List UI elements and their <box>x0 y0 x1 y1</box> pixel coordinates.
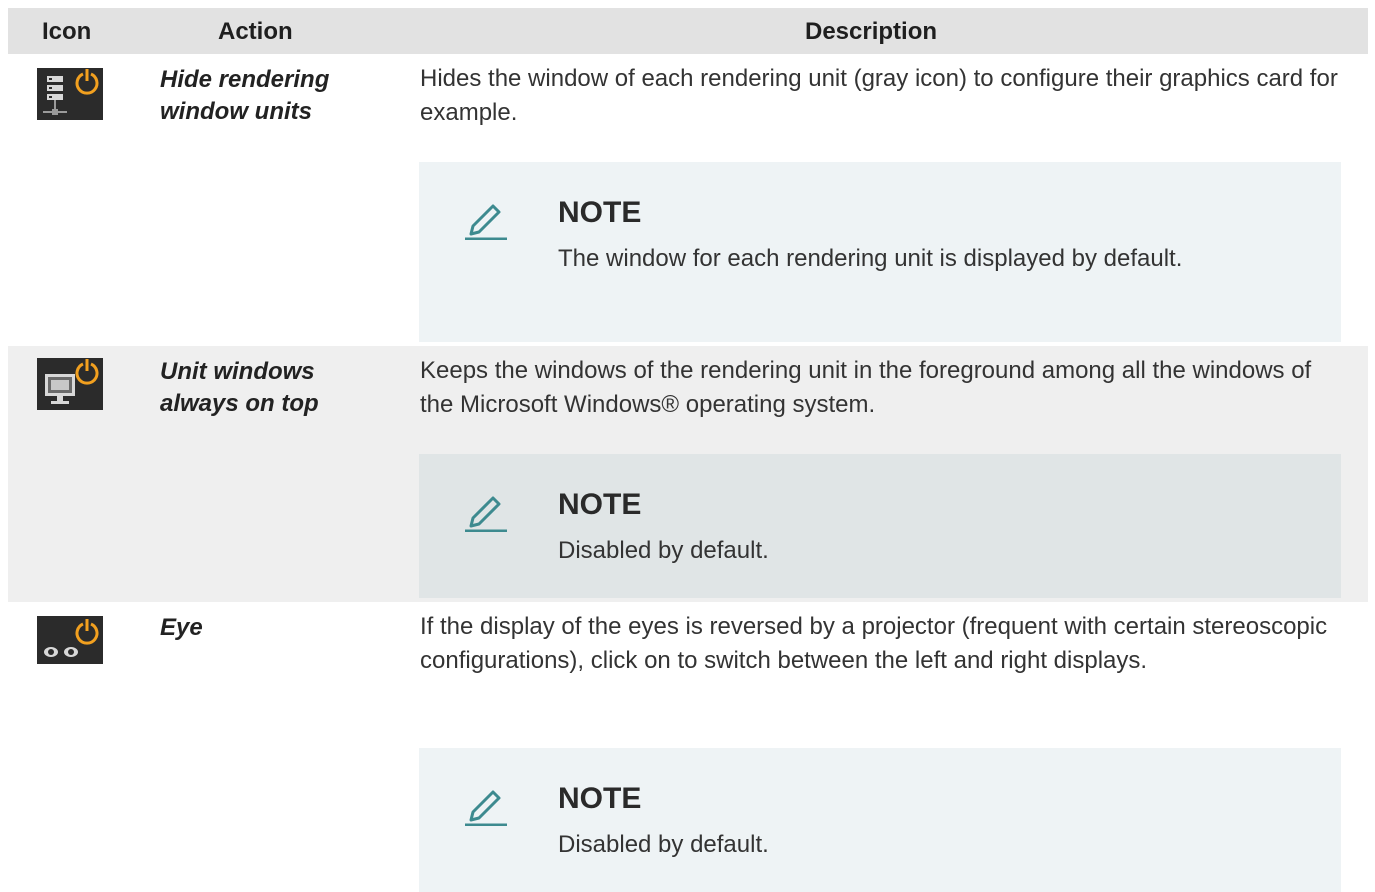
column-header-action: Action <box>218 18 293 45</box>
action-description: If the display of the eyes is reversed b… <box>420 613 1328 674</box>
table-header: Icon Action Description <box>8 8 1368 54</box>
note-text: Disabled by default. <box>558 537 769 564</box>
note-title: NOTE <box>558 782 642 815</box>
monitor-power-icon <box>37 358 103 410</box>
action-label: Unit windows always on top <box>160 358 319 417</box>
eyes-power-icon <box>37 616 103 664</box>
table-row: Unit windows always on top Keeps the win… <box>8 346 1368 602</box>
action-label: Hide rendering window units <box>160 66 330 125</box>
table-row: Eye If the display of the eyes is revers… <box>8 602 1368 892</box>
note-text: Disabled by default. <box>558 831 769 858</box>
note-box: NOTE Disabled by default. <box>419 454 1341 598</box>
note-text: The window for each rendering unit is di… <box>558 245 1183 272</box>
note-title: NOTE <box>558 488 642 521</box>
actions-table: Icon Action Description Hide rendering w… <box>8 8 1368 892</box>
note-box: NOTE The window for each rendering unit … <box>419 162 1341 342</box>
action-label: Eye <box>160 614 203 641</box>
action-description: Keeps the windows of the rendering unit … <box>420 357 1312 418</box>
note-box: NOTE Disabled by default. <box>419 748 1341 892</box>
table-row: Hide rendering window units Hides the wi… <box>8 54 1368 346</box>
pencil-icon <box>465 790 507 826</box>
pencil-icon <box>465 204 507 240</box>
column-header-icon: Icon <box>42 18 92 45</box>
rendering-units-power-icon <box>37 68 103 120</box>
note-title: NOTE <box>558 196 642 229</box>
column-header-description: Description <box>805 18 938 45</box>
pencil-icon <box>465 496 507 532</box>
action-description: Hides the window of each rendering unit … <box>420 65 1338 126</box>
